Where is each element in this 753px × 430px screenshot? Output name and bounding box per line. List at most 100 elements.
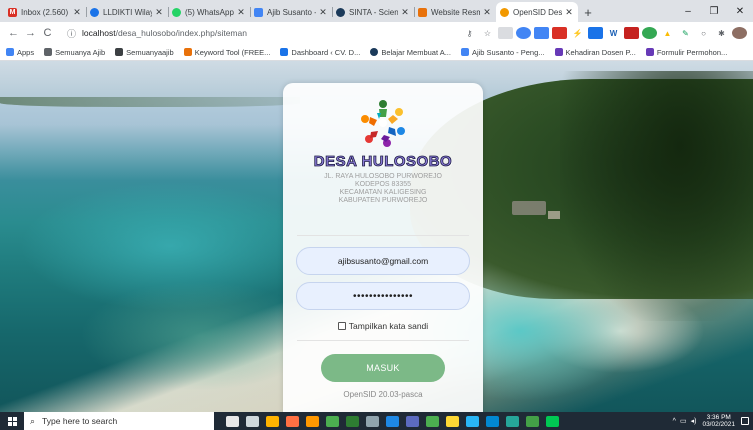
profile-avatar[interactable] bbox=[732, 27, 747, 39]
chevron-up-icon[interactable]: ^ bbox=[673, 418, 676, 425]
tab-scholar[interactable]: Ajib Susanto - Goo ✕ bbox=[250, 2, 332, 22]
tab-lldikti[interactable]: LLDIKTI Wilayah VI ✕ bbox=[86, 2, 168, 22]
volume-icon[interactable]: ◂) bbox=[691, 417, 697, 425]
network-icon[interactable]: ▭ bbox=[680, 417, 687, 425]
clock[interactable]: 3:36 PM 03/02/2021 bbox=[702, 414, 735, 428]
close-icon[interactable]: ✕ bbox=[482, 7, 492, 18]
extension-bolt-icon[interactable]: ⚡ bbox=[570, 27, 585, 39]
taskbar-app-icon[interactable] bbox=[385, 415, 399, 427]
taskbar-app-icon[interactable] bbox=[505, 415, 519, 427]
minimize-button[interactable]: – bbox=[675, 0, 701, 22]
taskbar-app-icon[interactable] bbox=[245, 415, 259, 427]
windows-taskbar: ⌕ Type here to search ^ ▭ ◂) 3:36 PM 03/… bbox=[0, 412, 753, 430]
show-password-checkbox[interactable] bbox=[337, 322, 346, 330]
show-password-toggle[interactable]: Tampilkan kata sandi bbox=[283, 321, 483, 331]
address-line: KODEPOS 83355 bbox=[354, 181, 412, 188]
taskbar-app-icon[interactable] bbox=[225, 415, 239, 427]
bookmark-label: Formulir Permohon... bbox=[656, 47, 728, 57]
close-icon[interactable]: ✕ bbox=[318, 7, 328, 18]
extension-word-icon[interactable]: W bbox=[606, 27, 621, 39]
taskbar-app-icon[interactable] bbox=[485, 415, 499, 427]
extension-pdf-icon[interactable] bbox=[624, 27, 639, 39]
tab-gmail[interactable]: M Inbox (2.560) - ajib ✕ bbox=[4, 2, 86, 22]
tab-title: SINTA - Science a bbox=[349, 7, 398, 17]
url-field[interactable]: ⓘ localhost/desa_hulosobo/index.php/site… bbox=[61, 25, 459, 41]
maximize-button[interactable]: ❐ bbox=[701, 0, 727, 22]
bookmark-item[interactable]: Belajar Membuat A... bbox=[370, 48, 451, 57]
extension-blue-icon[interactable] bbox=[516, 27, 531, 39]
windows-logo-icon bbox=[7, 416, 17, 426]
close-icon[interactable]: ✕ bbox=[236, 7, 246, 18]
taskbar-app-icon[interactable] bbox=[265, 415, 279, 427]
lldikti-icon bbox=[90, 7, 99, 17]
tab-opensid[interactable]: OpenSID Desa Hu ✕ bbox=[496, 2, 578, 22]
village-name: DESA HULOSOBO bbox=[313, 153, 453, 171]
bookmark-item[interactable]: Formulir Permohon... bbox=[645, 47, 728, 57]
notification-icon[interactable] bbox=[741, 417, 749, 425]
password-field[interactable]: ••••••••••••••• bbox=[296, 282, 470, 310]
login-card: DESA HULOSOBO JL. RAYA HULOSOBO PURWOREJ… bbox=[283, 83, 483, 412]
taskbar-apps bbox=[222, 415, 562, 427]
taskbar-app-icon[interactable] bbox=[465, 415, 479, 427]
taskbar-app-icon[interactable] bbox=[365, 415, 379, 427]
star-icon[interactable]: ☆ bbox=[480, 27, 495, 39]
bookmark-item[interactable]: Semuanyaajib bbox=[115, 48, 174, 57]
tab-sinta[interactable]: SINTA - Science a ✕ bbox=[332, 2, 414, 22]
bookmark-icon bbox=[460, 48, 469, 56]
taskbar-app-icon[interactable] bbox=[305, 415, 319, 427]
bookmark-label: Kehadiran Dosen P... bbox=[565, 47, 636, 57]
divider bbox=[297, 235, 469, 236]
bookmark-icon bbox=[183, 48, 192, 56]
taskbar-app-icon[interactable] bbox=[285, 415, 299, 427]
reload-button[interactable]: C bbox=[40, 27, 55, 39]
website-icon bbox=[418, 7, 427, 17]
extension-feather-icon[interactable]: ✎ bbox=[678, 27, 693, 39]
taskbar-app-icon[interactable] bbox=[525, 415, 539, 427]
bookmark-item[interactable]: Kehadiran Dosen P... bbox=[554, 47, 636, 57]
back-button[interactable]: ← bbox=[6, 27, 21, 39]
url-host: localhost bbox=[82, 28, 116, 38]
apps-grid-icon bbox=[6, 48, 14, 56]
scholar-icon bbox=[254, 7, 263, 17]
bookmark-item[interactable]: Keyword Tool (FREE... bbox=[183, 48, 270, 57]
forward-button[interactable]: → bbox=[23, 27, 38, 39]
start-button[interactable] bbox=[0, 412, 24, 430]
taskbar-app-icon[interactable] bbox=[345, 415, 359, 427]
taskbar-app-icon[interactable] bbox=[425, 415, 439, 427]
taskbar-app-icon[interactable] bbox=[445, 415, 459, 427]
new-tab-button[interactable]: + bbox=[578, 2, 598, 22]
info-icon[interactable]: ⓘ bbox=[67, 27, 76, 40]
page-icon[interactable] bbox=[498, 27, 513, 39]
taskbar-app-icon[interactable] bbox=[545, 415, 559, 427]
bookmark-item[interactable]: Semuanya Ajib bbox=[44, 48, 105, 57]
opensid-icon bbox=[500, 7, 509, 17]
close-window-button[interactable]: ✕ bbox=[727, 0, 753, 22]
login-button[interactable]: MASUK bbox=[321, 354, 445, 382]
clock-time: 3:36 PM bbox=[706, 414, 731, 421]
extension-toolbar: ⚷ ☆ ⚡ W ▲ ✎ ○ ✱ bbox=[459, 27, 747, 39]
tab-website[interactable]: Website Resmi De ✕ bbox=[414, 2, 496, 22]
extension-scholar-icon[interactable] bbox=[534, 27, 549, 39]
tab-whatsapp[interactable]: (5) WhatsApp ✕ bbox=[168, 2, 250, 22]
bookmark-item[interactable]: Apps bbox=[6, 48, 34, 57]
bookmark-item[interactable]: Dashboard ‹ CV. D... bbox=[280, 48, 360, 57]
extension-chart-icon[interactable] bbox=[588, 27, 603, 39]
close-icon[interactable]: ✕ bbox=[400, 7, 410, 18]
username-field[interactable]: ajibsusanto@gmail.com bbox=[296, 247, 470, 275]
bookmark-item[interactable]: Ajib Susanto - Peng... bbox=[460, 48, 545, 57]
extension-drive-icon[interactable]: ▲ bbox=[660, 27, 675, 39]
close-icon[interactable]: ✕ bbox=[564, 7, 574, 18]
key-icon[interactable]: ⚷ bbox=[462, 27, 477, 39]
extensions-puzzle-icon[interactable]: ✱ bbox=[714, 27, 729, 39]
close-icon[interactable]: ✕ bbox=[154, 7, 164, 18]
extension-rings-icon[interactable]: ○ bbox=[696, 27, 711, 39]
extension-red-icon[interactable] bbox=[552, 27, 567, 39]
taskbar-search-box[interactable]: ⌕ Type here to search bbox=[24, 412, 214, 430]
gmail-icon: M bbox=[8, 7, 17, 17]
close-icon[interactable]: ✕ bbox=[72, 7, 82, 18]
taskbar-app-icon[interactable] bbox=[405, 415, 419, 427]
extension-circle-icon[interactable] bbox=[642, 27, 657, 39]
opensid-logo-icon bbox=[361, 100, 405, 147]
taskbar-app-icon[interactable] bbox=[325, 415, 339, 427]
login-page: DESA HULOSOBO JL. RAYA HULOSOBO PURWOREJ… bbox=[0, 61, 753, 412]
